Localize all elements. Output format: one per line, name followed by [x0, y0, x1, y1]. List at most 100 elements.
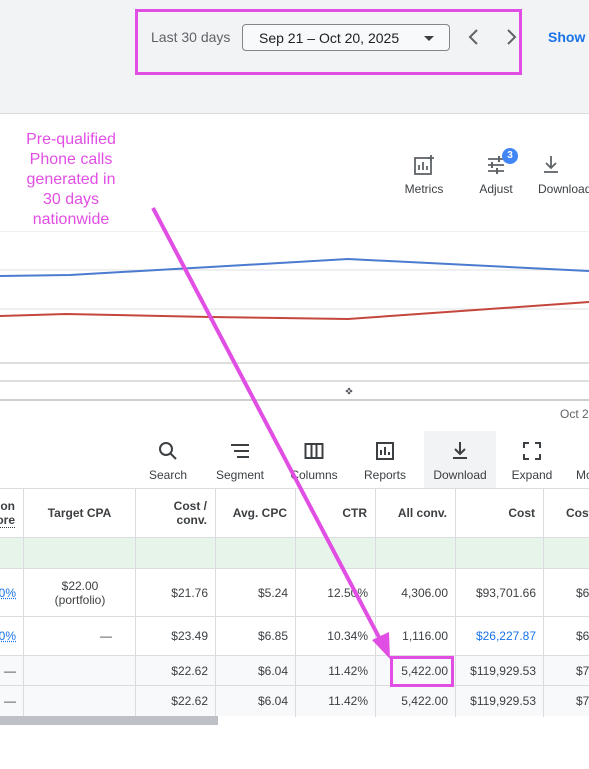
adjust-button[interactable]: 3 Adjust [472, 148, 520, 196]
download-icon [453, 442, 467, 459]
cell-ctr: 10.34% [327, 629, 368, 643]
more-button[interactable]: More [576, 441, 589, 482]
column-header-cost-partial[interactable]: Cost [544, 489, 589, 537]
table-toolbar: Search Segment Columns Reports Download … [0, 431, 589, 488]
column-header-cost-per-conv[interactable]: Cost / conv. [136, 489, 216, 537]
column-header-cost-per-conv-line2: conv. [176, 513, 207, 527]
metrics-icon [414, 155, 434, 175]
columns-button[interactable]: Columns [286, 441, 342, 482]
cell-target-cpa-value: $22.00 [61, 579, 99, 593]
column-divider [375, 489, 376, 717]
x-axis-tick-label: Oct 20 [560, 407, 589, 421]
segment-icon [231, 444, 249, 458]
expand-icon [523, 442, 541, 460]
cell-cost: $93,701.66 [475, 586, 536, 600]
cell-partial[interactable]: 0% [0, 617, 24, 655]
cell-target-cpa-strategy: (portfolio) [54, 593, 106, 607]
segment-button[interactable]: Segment [212, 441, 268, 482]
cell-cost-partial: $7 [576, 663, 589, 678]
cell-target-cpa: — [100, 629, 112, 643]
expand-button[interactable]: Expand [508, 441, 556, 482]
cell-ctr: 11.42% [328, 694, 368, 708]
columns-icon [304, 443, 324, 459]
column-header-avg-cpc[interactable]: Avg. CPC [216, 489, 296, 537]
cell-partial[interactable]: 0% [0, 570, 24, 616]
download-icon [544, 156, 558, 173]
cell-cost: $119,929.53 [470, 694, 536, 708]
column-header-cost-per-conv-line1: Cost / [173, 499, 207, 513]
horizontal-scrollbar[interactable] [0, 716, 218, 725]
cell-avg-cpc: $6.85 [257, 629, 288, 643]
download-label: Download [433, 468, 487, 482]
reports-button[interactable]: Reports [360, 441, 410, 482]
column-header-ctr[interactable]: CTR [296, 489, 376, 537]
column-header-ctr-label: CTR [342, 506, 367, 520]
metrics-button[interactable]: Metrics [398, 154, 450, 196]
column-divider [23, 489, 24, 717]
column-divider [295, 489, 296, 717]
annotation-line: nationwide [32, 211, 110, 228]
cell-cost-per-conv: $22.62 [171, 694, 208, 708]
cell-cost-per-conv: $22.62 [171, 663, 208, 678]
column-header-cost[interactable]: Cost [456, 489, 544, 537]
cell-cost-per-conv: $21.76 [171, 586, 208, 600]
reports-icon [376, 442, 394, 460]
cell-cost-partial: $6 [576, 586, 589, 600]
column-divider [543, 489, 544, 717]
chart-canvas [0, 231, 589, 401]
reports-label: Reports [363, 468, 407, 482]
campaign-table: ion ore Target CPA Cost / conv. Avg. CPC… [0, 488, 589, 717]
date-range-bar: Last 30 days Sep 21 – Oct 20, 2025 Show [0, 0, 589, 114]
column-header-cost-partial-label: Cost [566, 506, 589, 520]
column-header-avg-cpc-label: Avg. CPC [232, 506, 287, 520]
more-icon [581, 441, 589, 461]
column-header-partial-line2: ore [0, 513, 15, 528]
series-line-red [0, 301, 589, 321]
annotation-text: Pre-qualified Phone calls generated in 3… [8, 130, 134, 230]
column-header-partial[interactable]: ion ore [0, 489, 24, 537]
cell-ctr: 11.42% [328, 663, 368, 678]
performance-chart: Oct 20 [0, 231, 589, 431]
all-conv-highlight-box [390, 656, 454, 687]
column-header-target-cpa[interactable]: Target CPA [24, 489, 136, 537]
column-header-partial-line1: ion [0, 498, 15, 513]
column-header-all-conv-label: All conv. [397, 506, 447, 520]
cell-cost[interactable]: $26,227.87 [456, 617, 544, 655]
more-label: More [576, 468, 589, 482]
chart-download-button[interactable]: Download [538, 154, 589, 196]
annotation-line: 30 days [42, 191, 100, 208]
search-button[interactable]: Search [146, 441, 190, 482]
cell-avg-cpc: $6.04 [257, 663, 288, 678]
date-range-highlight-box [135, 9, 522, 75]
column-divider [215, 489, 216, 717]
cell-partial: — [4, 694, 16, 708]
annotation-line: Phone calls [29, 151, 113, 168]
expand-label: Expand [511, 468, 553, 482]
columns-label: Columns [290, 468, 338, 482]
drag-handle-icon[interactable] [345, 387, 353, 395]
cell-ctr: 12.50% [327, 586, 368, 600]
cell-avg-cpc: $5.24 [257, 586, 288, 600]
cell-all-conv: 1,116.00 [402, 629, 448, 643]
cell-cost-partial: $6 [576, 629, 589, 643]
cell-all-conv: 5,422.00 [401, 694, 448, 708]
search-icon [159, 442, 177, 460]
adjust-label: Adjust [479, 182, 513, 196]
cell-partial: — [4, 663, 16, 678]
cell-cost-partial: $7 [576, 694, 589, 708]
cell-avg-cpc: $6.04 [257, 694, 288, 708]
table-download-button[interactable]: Download [424, 431, 496, 488]
metrics-label: Metrics [404, 182, 444, 196]
column-header-all-conv[interactable]: All conv. [376, 489, 456, 537]
segment-label: Segment [215, 468, 265, 482]
chart-download-label: Download [538, 182, 589, 196]
column-header-cost-label: Cost [508, 506, 535, 520]
cell-cost-per-conv: $23.49 [171, 629, 208, 643]
column-header-target-cpa-label: Target CPA [47, 506, 112, 520]
adjust-count-badge: 3 [502, 148, 518, 164]
show-link[interactable]: Show [548, 29, 585, 45]
annotation-line: generated in [26, 171, 116, 188]
search-label: Search [148, 468, 188, 482]
cell-cost: $119,929.53 [470, 663, 536, 678]
cell-target-cpa: $22.00 (portfolio) [24, 570, 136, 616]
